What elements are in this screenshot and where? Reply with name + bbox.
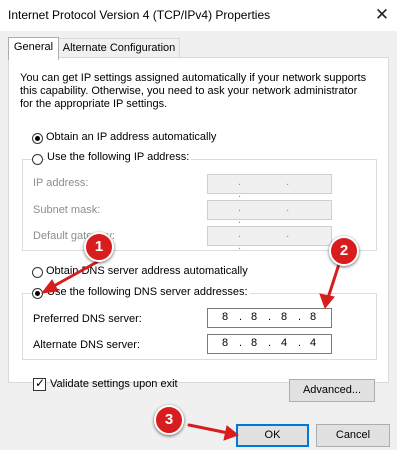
annotation-badge-2: 2 [329,236,359,266]
annotation-arrowhead-3 [223,425,240,441]
annotation-badge-3: 3 [154,405,184,435]
annotation-arrowhead-2 [319,293,335,310]
annotation-arrows [40,260,341,441]
annotation-arrow-3 [187,423,230,435]
annotation-badge-1: 1 [84,232,114,262]
annotation-arrowhead-1 [40,279,59,294]
annotation-arrow-1 [50,260,99,289]
annotation-arrow-2 [326,262,341,300]
